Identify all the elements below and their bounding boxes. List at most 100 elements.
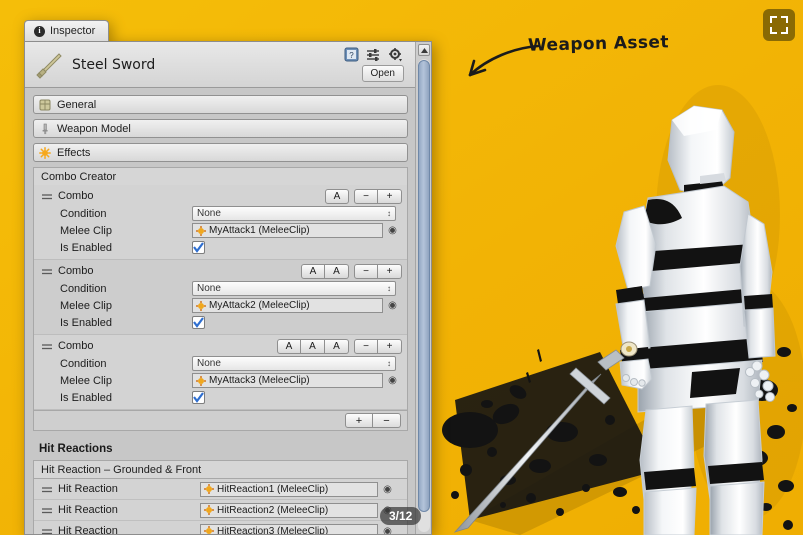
hit-reaction-row: Hit Reaction HitReaction1 (MeleeClip) ◉ <box>34 479 407 500</box>
sword-vertical-icon <box>42 123 48 134</box>
is-enabled-label: Is Enabled <box>60 391 112 404</box>
gear-icon[interactable] <box>388 47 403 62</box>
combo-title-row: Combo A A − + <box>34 262 407 280</box>
clip-asset-icon <box>204 505 214 515</box>
chevron-updown-icon: ↕ <box>387 284 391 293</box>
melee-clip-value: MyAttack3 (MeleeClip) <box>209 375 310 386</box>
inspector-window: i Inspector Steel Sword ? Open General W… <box>24 20 432 535</box>
help-icon[interactable]: ? <box>344 47 359 62</box>
is-enabled-checkbox[interactable] <box>192 241 205 254</box>
combo-row: Combo A A − + Condition None ↕ Melee Cli… <box>34 260 407 335</box>
condition-value: None <box>197 358 221 369</box>
melee-clip-row: Melee Clip MyAttack3 (MeleeClip) ◉ <box>34 372 407 389</box>
melee-clip-row: Melee Clip MyAttack1 (MeleeClip) ◉ <box>34 222 407 239</box>
condition-row: Condition None ↕ <box>34 355 407 372</box>
melee-clip-field[interactable]: MyAttack2 (MeleeClip) <box>192 298 383 313</box>
object-picker-icon[interactable]: ◉ <box>386 300 399 311</box>
combo-attack-buttons: A A <box>301 263 349 279</box>
combo-addremove-buttons: − + <box>354 188 402 204</box>
preset-icon[interactable] <box>366 47 381 62</box>
scrollbar-thumb[interactable] <box>418 60 430 512</box>
is-enabled-row: Is Enabled <box>34 389 407 406</box>
scroll-up-button[interactable] <box>418 44 430 56</box>
combo-remove-button[interactable]: − <box>354 338 378 354</box>
attack-button[interactable]: A <box>325 263 349 279</box>
combo-remove-button[interactable]: − <box>354 188 378 204</box>
open-button-label: Open <box>370 68 395 79</box>
drag-handle-icon[interactable] <box>42 507 52 514</box>
hit-reaction-clip-value: HitReaction1 (MeleeClip) <box>217 483 329 495</box>
fullscreen-button[interactable] <box>763 9 795 41</box>
open-button[interactable]: Open <box>361 65 404 82</box>
combo-footer-buttons: + − <box>345 413 401 428</box>
hit-reaction-label: Hit Reaction <box>58 504 118 516</box>
checkmark-icon <box>193 242 204 253</box>
combo-attack-buttons: A A A <box>277 338 349 354</box>
attack-button[interactable]: A <box>277 338 301 354</box>
hit-reaction-group-header: Hit Reaction – Grounded & Front <box>33 460 408 478</box>
combo-list: Combo A − + Condition None ↕ Melee Clip … <box>33 185 408 411</box>
condition-dropdown[interactable]: None ↕ <box>192 206 396 221</box>
combo-add-button[interactable]: + <box>378 263 402 279</box>
melee-clip-field[interactable]: MyAttack1 (MeleeClip) <box>192 223 383 238</box>
info-icon: i <box>34 25 45 37</box>
section-button-weapon-model[interactable]: Weapon Model <box>33 119 408 138</box>
combo-remove-button[interactable]: − <box>354 263 378 279</box>
combo-add-button[interactable]: + <box>378 338 402 354</box>
vertical-scrollbar[interactable] <box>415 42 431 534</box>
condition-dropdown[interactable]: None ↕ <box>192 356 396 371</box>
drag-handle-icon[interactable] <box>42 193 52 200</box>
combo-label: Combo <box>58 265 94 277</box>
tab-inspector[interactable]: i Inspector <box>24 20 110 41</box>
object-picker-icon[interactable]: ◉ <box>386 225 399 236</box>
combo-title-row: Combo A − + <box>34 187 407 205</box>
attack-button[interactable]: A <box>325 188 349 204</box>
hit-reaction-clip-field[interactable]: HitReaction1 (MeleeClip) <box>200 481 378 497</box>
clip-asset-icon <box>196 300 206 311</box>
combo-attack-buttons: A <box>325 188 349 204</box>
combo-addremove-buttons: − + <box>354 263 402 279</box>
section-label-general: General <box>57 98 97 111</box>
tab-strip: i Inspector <box>24 20 432 41</box>
hit-reaction-clip-field[interactable]: HitReaction3 (MeleeClip) <box>200 523 378 535</box>
object-picker-icon[interactable]: ◉ <box>381 526 394 535</box>
section-button-effects[interactable]: Effects <box>33 143 408 162</box>
drag-handle-icon[interactable] <box>42 343 52 350</box>
sparkle-icon <box>39 146 51 159</box>
attack-button[interactable]: A <box>325 338 349 354</box>
object-picker-icon[interactable]: ◉ <box>381 484 394 495</box>
hit-reaction-clip-field[interactable]: HitReaction2 (MeleeClip) <box>200 502 378 518</box>
condition-value: None <box>197 283 221 294</box>
melee-clip-row: Melee Clip MyAttack2 (MeleeClip) ◉ <box>34 297 407 314</box>
tab-inspector-label: Inspector <box>50 25 96 37</box>
melee-clip-field[interactable]: MyAttack3 (MeleeClip) <box>192 373 383 388</box>
section-label-weapon-model: Weapon Model <box>57 122 131 135</box>
combo-list-add-button[interactable]: + <box>345 413 373 428</box>
sword-icon <box>36 52 62 79</box>
package-icon <box>39 99 51 110</box>
condition-label: Condition <box>60 357 107 370</box>
attack-button[interactable]: A <box>301 338 325 354</box>
combo-add-button[interactable]: + <box>378 188 402 204</box>
chevron-updown-icon: ↕ <box>387 209 391 218</box>
melee-clip-label: Melee Clip <box>60 299 112 312</box>
combo-label: Combo <box>58 340 94 352</box>
app-root: Weapon Asset i Inspector Steel Sword ? O… <box>0 0 803 535</box>
asset-header: Steel Sword ? Open <box>25 42 431 88</box>
annotation-label: Weapon Asset <box>527 32 670 56</box>
is-enabled-checkbox[interactable] <box>192 391 205 404</box>
drag-handle-icon[interactable] <box>42 486 52 493</box>
drag-handle-icon[interactable] <box>42 528 52 535</box>
object-picker-icon[interactable]: ◉ <box>386 375 399 386</box>
hit-reactions-title: Hit Reactions <box>39 443 113 455</box>
combo-row: Combo A − + Condition None ↕ Melee Clip … <box>34 185 407 260</box>
is-enabled-checkbox[interactable] <box>192 316 205 329</box>
section-button-general[interactable]: General <box>33 95 408 114</box>
condition-dropdown[interactable]: None ↕ <box>192 281 396 296</box>
melee-clip-value: MyAttack1 (MeleeClip) <box>209 225 310 236</box>
is-enabled-row: Is Enabled <box>34 314 407 331</box>
combo-list-remove-button[interactable]: − <box>373 413 401 428</box>
attack-button[interactable]: A <box>301 263 325 279</box>
drag-handle-icon[interactable] <box>42 268 52 275</box>
hit-reaction-clip-value: HitReaction3 (MeleeClip) <box>217 525 329 535</box>
